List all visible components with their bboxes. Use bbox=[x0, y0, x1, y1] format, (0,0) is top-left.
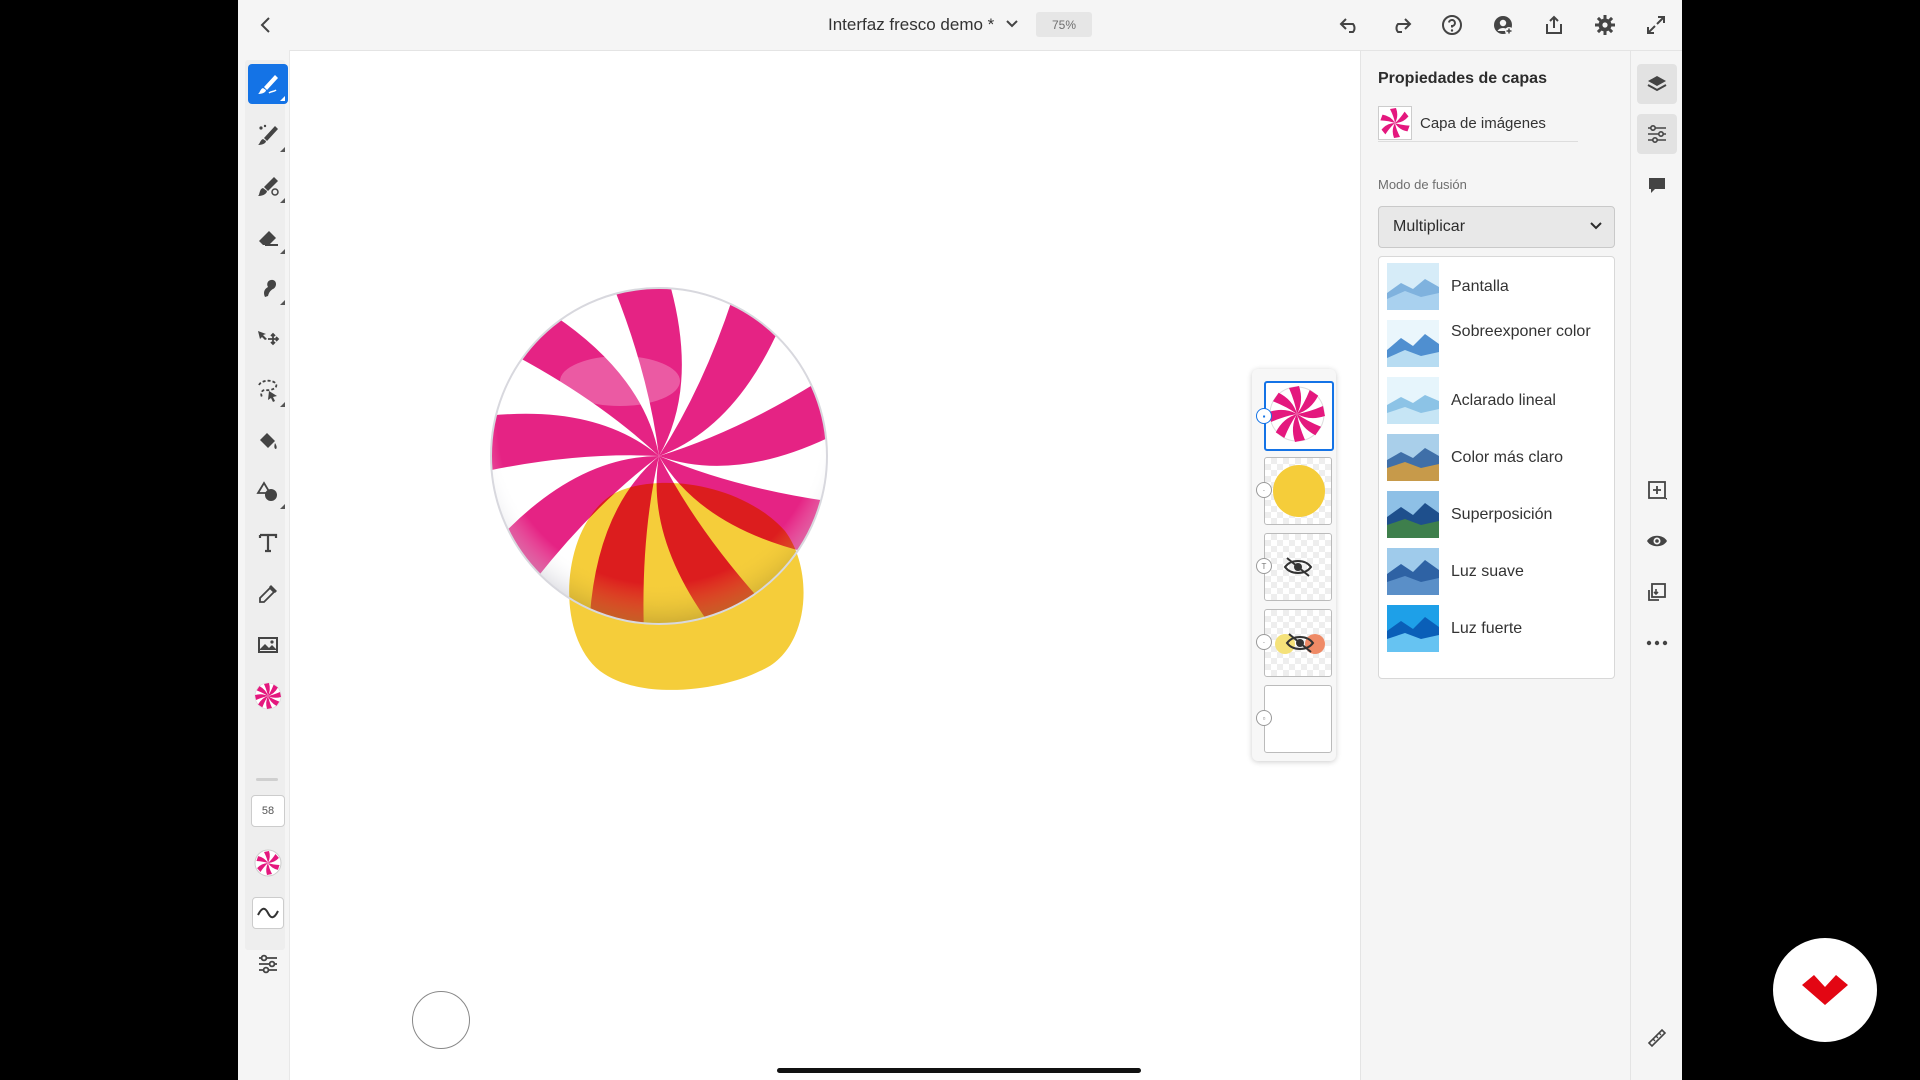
invite-user-icon[interactable] bbox=[1491, 13, 1515, 37]
blend-option-superposicion[interactable]: Superposición bbox=[1379, 485, 1614, 545]
layers-panel: ▪ · T · ▫ bbox=[1252, 369, 1336, 761]
selection-tool[interactable] bbox=[248, 370, 288, 410]
blend-option-luz-fuerte[interactable]: Luz fuerte bbox=[1379, 599, 1614, 659]
blend-preview-thumb bbox=[1387, 605, 1439, 652]
panel-title: Propiedades de capas bbox=[1378, 70, 1547, 87]
vector-brush-tool[interactable] bbox=[248, 166, 288, 206]
blend-option-label: Luz suave bbox=[1451, 563, 1524, 580]
chevron-down-icon[interactable] bbox=[1000, 12, 1024, 36]
layers-icon[interactable] bbox=[1637, 64, 1677, 104]
layer-name-row[interactable]: Capa de imágenes bbox=[1378, 106, 1578, 142]
brand-logo bbox=[1773, 938, 1877, 1042]
undo-icon[interactable] bbox=[1338, 13, 1362, 37]
help-icon[interactable] bbox=[1440, 13, 1464, 37]
brush-size-value[interactable]: 58 bbox=[251, 795, 285, 827]
add-layer-icon[interactable] bbox=[1637, 470, 1677, 510]
layer-mini-thumb bbox=[1378, 106, 1412, 140]
adjustments-icon[interactable] bbox=[248, 944, 288, 984]
layer-properties-icon[interactable] bbox=[1637, 114, 1677, 154]
blend-preview-thumb bbox=[1387, 263, 1439, 310]
brush-settings-icon[interactable] bbox=[248, 893, 288, 933]
redo-icon[interactable] bbox=[1389, 13, 1413, 37]
toolbar-divider bbox=[256, 778, 278, 781]
layer-name: Capa de imágenes bbox=[1420, 115, 1546, 132]
brush-cursor bbox=[412, 991, 470, 1049]
ruler-icon[interactable] bbox=[1637, 1018, 1677, 1058]
document-title[interactable]: Interfaz fresco demo * bbox=[828, 15, 994, 35]
blend-option-label: Pantalla bbox=[1451, 278, 1509, 295]
blend-mode-label: Modo de fusión bbox=[1378, 177, 1467, 192]
comment-icon[interactable] bbox=[1637, 165, 1677, 205]
zoom-level[interactable]: 75% bbox=[1036, 12, 1092, 37]
place-image-tool[interactable] bbox=[248, 625, 288, 665]
hidden-eye-icon bbox=[1283, 557, 1313, 577]
blend-option-pantalla[interactable]: Pantalla bbox=[1379, 257, 1614, 317]
type-tool[interactable] bbox=[248, 523, 288, 563]
fill-tool[interactable] bbox=[248, 421, 288, 461]
blend-option-label: Color más claro bbox=[1451, 449, 1564, 466]
background-layer-type-icon: ▫ bbox=[1256, 710, 1272, 726]
layer-properties-panel: Propiedades de capas Capa de imágenes Mo… bbox=[1360, 51, 1631, 1080]
blend-preview-thumb bbox=[1387, 548, 1439, 595]
type-layer-type-icon: T bbox=[1256, 558, 1272, 574]
pixel-layer-type-icon: · bbox=[1256, 482, 1272, 498]
left-toolbar: 58 bbox=[238, 50, 290, 1080]
merge-down-icon[interactable] bbox=[1637, 572, 1677, 612]
share-icon[interactable] bbox=[1542, 13, 1566, 37]
blend-option-label: Aclarado lineal bbox=[1451, 392, 1556, 409]
shapes-tool[interactable] bbox=[248, 472, 288, 512]
eraser-tool[interactable] bbox=[248, 217, 288, 257]
blend-option-aclarado-lineal[interactable]: Aclarado lineal bbox=[1379, 371, 1614, 431]
blend-preview-thumb bbox=[1387, 377, 1439, 424]
blend-option-label: Luz fuerte bbox=[1451, 620, 1523, 637]
smudge-tool[interactable] bbox=[248, 268, 288, 308]
pixel-layer-type-icon-2: · bbox=[1256, 634, 1272, 650]
image-layer-type-icon: ▪ bbox=[1256, 408, 1272, 424]
blend-mode-list: Pantalla Sobreexponer color Aclarado lin… bbox=[1378, 256, 1615, 679]
blend-preview-thumb bbox=[1387, 491, 1439, 538]
layer-thumb-background[interactable] bbox=[1264, 685, 1332, 753]
blend-option-color-mas-claro[interactable]: Color más claro bbox=[1379, 428, 1614, 488]
blend-mode-select[interactable]: Multiplicar bbox=[1378, 206, 1615, 248]
blend-preview-thumb bbox=[1387, 320, 1439, 367]
move-tool[interactable] bbox=[248, 319, 288, 359]
visibility-eye-icon[interactable] bbox=[1637, 521, 1677, 561]
blend-option-sobreexponer-color[interactable]: Sobreexponer color bbox=[1379, 314, 1614, 374]
layer-thumb-hidden-dots[interactable] bbox=[1264, 609, 1332, 677]
fullscreen-icon[interactable] bbox=[1644, 13, 1668, 37]
blend-option-label: Sobreexponer color bbox=[1451, 323, 1591, 340]
pixel-brush-tool[interactable] bbox=[248, 115, 288, 155]
blend-option-luz-suave[interactable]: Luz suave bbox=[1379, 542, 1614, 602]
right-icon-bar bbox=[1630, 51, 1682, 1080]
blend-preview-thumb bbox=[1387, 434, 1439, 481]
layer-thumb-yellow[interactable] bbox=[1264, 457, 1332, 525]
home-indicator bbox=[777, 1068, 1141, 1073]
chevron-down-icon bbox=[1588, 217, 1604, 240]
color-swatch-icon[interactable] bbox=[248, 843, 288, 883]
blend-mode-value: Multiplicar bbox=[1393, 218, 1466, 235]
live-brush-tool[interactable] bbox=[248, 64, 288, 104]
back-icon[interactable] bbox=[254, 13, 278, 37]
gear-icon[interactable] bbox=[1593, 13, 1617, 37]
layer-thumb-candy[interactable] bbox=[1264, 381, 1334, 451]
app-window: Interfaz fresco demo * 75% 58 ▪ · T · ▫ … bbox=[238, 0, 1682, 1080]
top-bar: Interfaz fresco demo * 75% bbox=[238, 0, 1682, 51]
candy-swatch-icon[interactable] bbox=[248, 676, 288, 716]
layer-thumb-hidden-text[interactable] bbox=[1264, 533, 1332, 601]
more-options-icon[interactable] bbox=[1637, 623, 1677, 663]
blend-option-label: Superposición bbox=[1451, 506, 1553, 523]
eyedropper-tool[interactable] bbox=[248, 574, 288, 614]
